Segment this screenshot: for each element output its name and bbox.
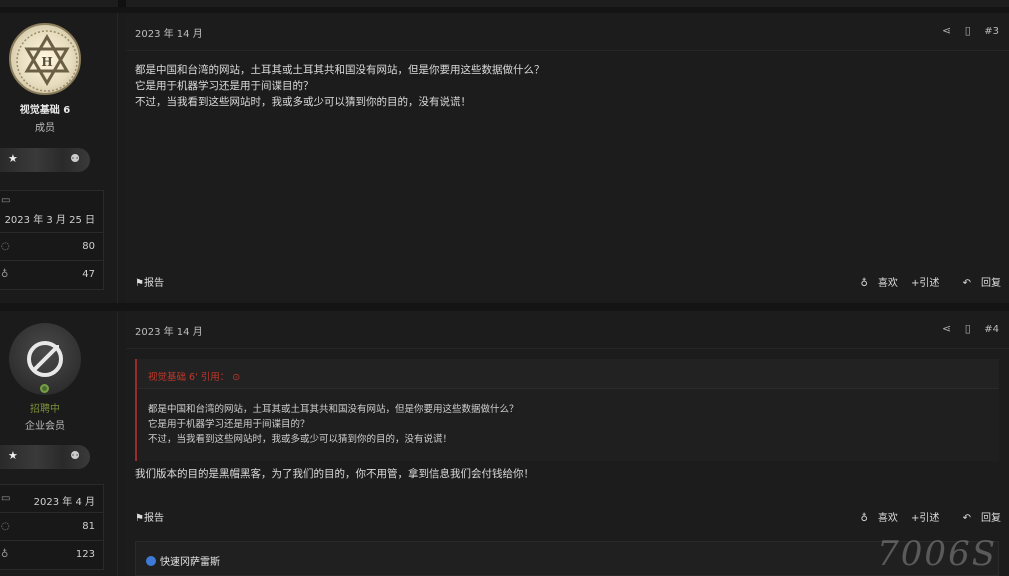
thumbs-up-icon: ♁ — [1, 269, 9, 280]
report-label: 报告 — [143, 278, 164, 289]
calendar-icon: ▭ — [1, 195, 11, 206]
stat-reactions: ♁ 123 — [0, 541, 103, 569]
post-body: 都是中国和台湾的网站，土耳其或土耳其共和国没有网站，但是你要用这些数据做什么？ … — [135, 62, 545, 110]
like-label: 喜欢 — [877, 513, 898, 524]
username[interactable]: 视觉基础 6 — [0, 101, 90, 116]
reply-icon: ↶ — [962, 513, 971, 524]
post-footer: ⚑报告 ♁ 喜欢 +引述 ↶ 回复 — [135, 274, 1001, 290]
star-icon: ★ — [8, 152, 18, 165]
user-panel: 招聘中 企业会员 ★ ⚉ ▭ 2023 年 4 月 ◌ 81 ♁ 123 — [0, 311, 118, 576]
post-tools: ⋖ ▯ #4 — [932, 322, 999, 335]
bookmark-icon[interactable]: ▯ — [965, 24, 971, 37]
joined-date: 2023 年 4 月 — [33, 497, 95, 508]
report-label: 报告 — [143, 513, 164, 524]
emblem-icon: ⚉ — [70, 449, 80, 462]
user-dot-icon — [146, 556, 156, 566]
quote-header: 视觉基础 6' 引用： ⊙ — [137, 359, 999, 389]
post-4: 招聘中 企业会员 ★ ⚉ ▭ 2023 年 4 月 ◌ 81 ♁ 123 202… — [0, 311, 1009, 576]
user-status[interactable]: 招聘中 — [0, 400, 90, 415]
svg-text:H: H — [41, 55, 52, 69]
post-header: 2023 年 14 月 ⋖ ▯ #4 — [126, 311, 1009, 349]
quote-body: 都是中国和台湾的网站，土耳其或土耳其共和国没有网站，但是你要用这些数据做什么？ … — [148, 402, 519, 447]
star-of-david-icon: H — [16, 30, 78, 92]
reactions-count: 123 — [75, 549, 95, 560]
user-role: 成员 — [35, 123, 55, 134]
quick-reply-label[interactable]: 快速冈萨雷斯 — [146, 553, 220, 568]
quote-button[interactable]: +引述 — [911, 278, 939, 289]
flag-icon: ⚑ — [135, 513, 144, 524]
emblem-icon: ⚉ — [70, 152, 80, 165]
flag-icon: ⚑ — [135, 278, 144, 289]
post-line: 它是用于机器学习还是用于间谍目的？ — [135, 80, 314, 92]
post-line: 都是中国和台湾的网站，土耳其或土耳其共和国没有网站，但是你要用这些数据做什么？ — [135, 64, 545, 76]
post-actions: ♁ 喜欢 +引述 ↶ 回复 — [841, 274, 1001, 289]
share-icon[interactable]: ⋖ — [942, 24, 951, 37]
user-panel: H 视觉基础 6 成员 ★ ⚉ ▭ 2023 年 3 月 25 日 ◌ 80 ♁… — [0, 13, 118, 303]
like-button[interactable]: ♁ 喜欢 — [851, 513, 898, 524]
messages-icon: ◌ — [1, 241, 10, 252]
stat-messages: ◌ 81 — [0, 513, 103, 541]
thumbs-up-icon: ♁ — [860, 513, 868, 524]
quick-reply-bar[interactable]: 快速冈萨雷斯 — [135, 541, 999, 576]
post-date[interactable]: 2023 年 14 月 — [135, 323, 203, 338]
post-actions: ♁ 喜欢 +引述 ↶ 回复 — [841, 509, 1001, 524]
post-line: 我们版本的目的是黑帽黑客，为了我们的目的，你不用管，拿到信息我们会付钱给你！ — [135, 468, 534, 480]
quote-line: 它是用于机器学习还是用于间谍目的？ — [148, 419, 310, 430]
user-stats: ▭ 2023 年 3 月 25 日 ◌ 80 ♁ 47 — [0, 190, 104, 290]
reactions-count: 47 — [82, 269, 95, 280]
user-stats: ▭ 2023 年 4 月 ◌ 81 ♁ 123 — [0, 484, 104, 570]
post-header: 2023 年 14 月 ⋖ ▯ #3 — [126, 13, 1009, 51]
post-tools: ⋖ ▯ #3 — [932, 24, 999, 37]
stat-messages: ◌ 80 — [0, 233, 103, 261]
reply-label: 回复 — [981, 278, 1001, 289]
user-banner: ★ ⚉ — [0, 148, 90, 172]
site-watermark: 7006S — [877, 534, 997, 574]
jump-up-icon: ⊙ — [232, 372, 241, 383]
quick-reply-text: 快速冈萨雷斯 — [160, 557, 220, 568]
post-date[interactable]: 2023 年 14 月 — [135, 25, 203, 40]
joined-date: 2023 年 3 月 25 日 — [4, 215, 95, 226]
quote-source-label: 视觉基础 6' 引用： — [148, 372, 230, 383]
post-3: H 视觉基础 6 成员 ★ ⚉ ▭ 2023 年 3 月 25 日 ◌ 80 ♁… — [0, 13, 1009, 303]
reply-label: 回复 — [981, 513, 1001, 524]
quote-button[interactable]: +引述 — [911, 513, 939, 524]
thumbs-up-icon: ♁ — [1, 549, 9, 560]
quote-block: 视觉基础 6' 引用： ⊙ 都是中国和台湾的网站，土耳其或土耳其共和国没有网站，… — [135, 359, 999, 461]
bookmark-icon[interactable]: ▯ — [965, 322, 971, 335]
online-status-icon — [40, 384, 49, 393]
stat-reactions: ♁ 47 — [0, 261, 103, 289]
top-bar — [0, 0, 1009, 7]
quote-line: 不过，当我看到这些网站时，我或多或少可以猜到你的目的，没有说谎！ — [148, 434, 453, 445]
report-button[interactable]: ⚑报告 — [135, 509, 164, 524]
like-button[interactable]: ♁ 喜欢 — [851, 278, 898, 289]
stat-joined: ▭ 2023 年 3 月 25 日 — [0, 191, 103, 233]
star-icon: ★ — [8, 449, 18, 462]
post-number[interactable]: #3 — [984, 26, 999, 37]
post-content: 2023 年 14 月 ⋖ ▯ #3 都是中国和台湾的网站，土耳其或土耳其共和国… — [126, 13, 1009, 303]
thumbs-up-icon: ♁ — [860, 278, 868, 289]
post-line: 不过，当我看到这些网站时，我或多或少可以猜到你的目的，没有说谎！ — [135, 96, 471, 108]
messages-count: 80 — [82, 241, 95, 252]
reply-icon: ↶ — [962, 278, 971, 289]
like-label: 喜欢 — [877, 278, 898, 289]
post-footer: ⚑报告 ♁ 喜欢 +引述 ↶ 回复 — [135, 509, 1001, 525]
top-bar-left — [0, 0, 118, 7]
top-bar-right — [126, 0, 1009, 7]
avatar[interactable]: H — [9, 23, 81, 95]
messages-count: 81 — [82, 521, 95, 532]
user-role: 企业会员 — [25, 421, 65, 432]
stat-joined: ▭ 2023 年 4 月 — [0, 485, 103, 513]
share-icon[interactable]: ⋖ — [942, 322, 951, 335]
messages-icon: ◌ — [1, 521, 10, 532]
quote-line: 都是中国和台湾的网站，土耳其或土耳其共和国没有网站，但是你要用这些数据做什么？ — [148, 404, 519, 415]
user-banner: ★ ⚉ — [0, 445, 90, 469]
post-body: 我们版本的目的是黑帽黑客，为了我们的目的，你不用管，拿到信息我们会付钱给你！ — [135, 466, 534, 482]
reply-button[interactable]: ↶ 回复 — [953, 278, 1001, 289]
reply-button[interactable]: ↶ 回复 — [953, 513, 1001, 524]
post-number[interactable]: #4 — [984, 324, 999, 335]
calendar-icon: ▭ — [1, 493, 11, 504]
report-button[interactable]: ⚑报告 — [135, 274, 164, 289]
quote-source[interactable]: 视觉基础 6' 引用： ⊙ — [148, 369, 240, 383]
